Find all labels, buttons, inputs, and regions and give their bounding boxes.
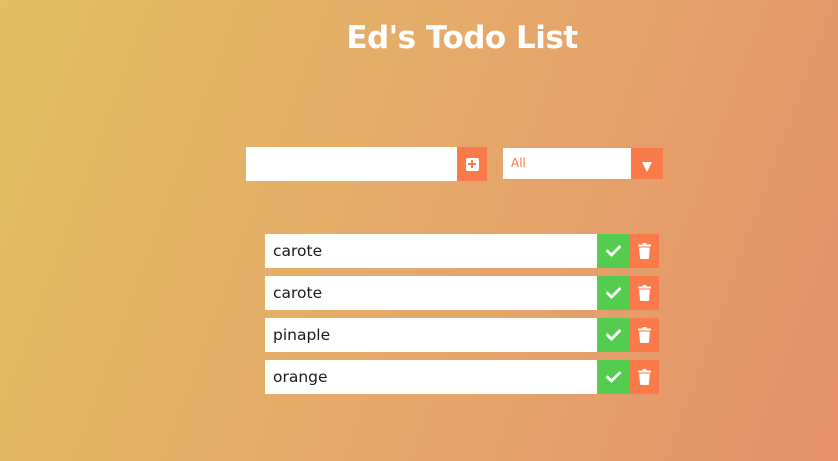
trash-icon: [637, 285, 651, 301]
todo-item: carote: [265, 276, 659, 310]
check-icon: [605, 245, 621, 257]
complete-button[interactable]: [597, 318, 629, 352]
delete-button[interactable]: [629, 318, 659, 352]
filter-dropdown-button[interactable]: [631, 148, 663, 179]
complete-button[interactable]: [597, 360, 629, 394]
trash-icon: [637, 243, 651, 259]
check-icon: [605, 329, 621, 341]
todo-text: pinaple: [265, 318, 597, 352]
add-todo-button[interactable]: [457, 147, 487, 181]
todo-list: carote carote pinaple orange: [265, 234, 659, 402]
todo-text: orange: [265, 360, 597, 394]
caret-down-icon: [642, 161, 652, 172]
todo-input[interactable]: [246, 147, 457, 181]
filter-select[interactable]: All: [503, 148, 663, 179]
delete-button[interactable]: [629, 360, 659, 394]
todo-form: [246, 147, 487, 181]
todo-text: carote: [265, 234, 597, 268]
todo-item: pinaple: [265, 318, 659, 352]
page-title: Ed's Todo List: [346, 20, 578, 56]
delete-button[interactable]: [629, 276, 659, 310]
delete-button[interactable]: [629, 234, 659, 268]
complete-button[interactable]: [597, 234, 629, 268]
trash-icon: [637, 327, 651, 343]
trash-icon: [637, 369, 651, 385]
todo-item: carote: [265, 234, 659, 268]
todo-text: carote: [265, 276, 597, 310]
check-icon: [605, 287, 621, 299]
complete-button[interactable]: [597, 276, 629, 310]
check-icon: [605, 371, 621, 383]
todo-item: orange: [265, 360, 659, 394]
plus-square-icon: [465, 157, 479, 171]
filter-selected-value: All: [511, 156, 526, 170]
